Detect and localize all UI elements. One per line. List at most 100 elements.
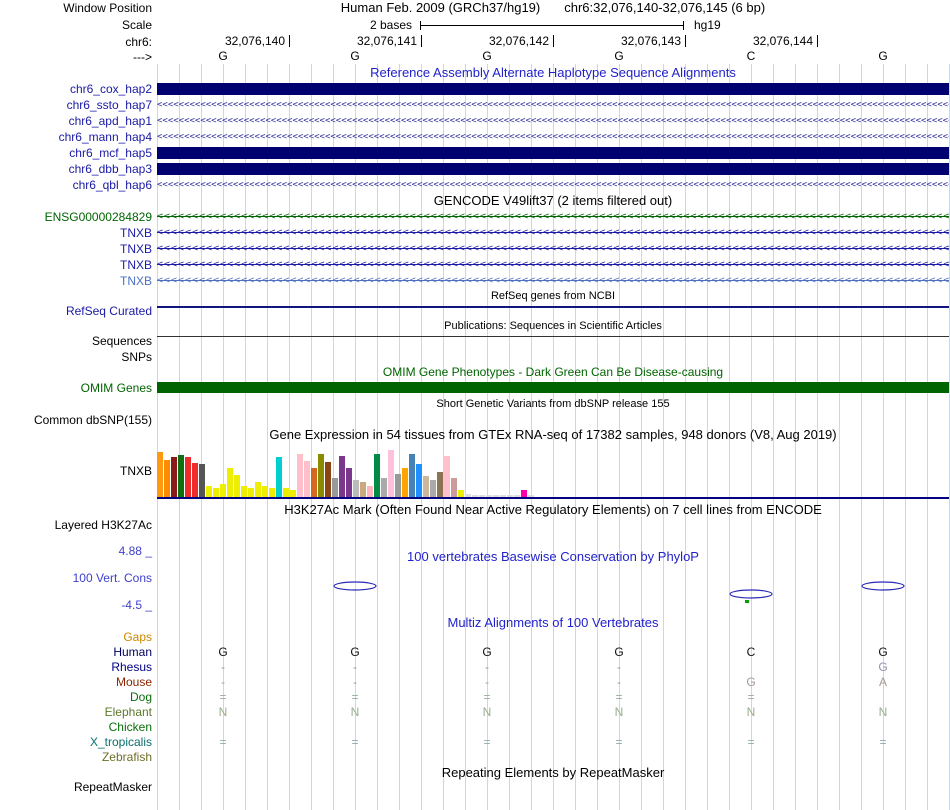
- alignment-cell[interactable]: G: [211, 645, 235, 660]
- expression-bar[interactable]: [353, 480, 359, 497]
- species-label[interactable]: Mouse: [0, 675, 152, 690]
- expression-bar[interactable]: [283, 488, 289, 497]
- haplotype-track-label[interactable]: chr6_apd_hap1: [0, 113, 152, 129]
- expression-bar[interactable]: [500, 495, 506, 497]
- species-label[interactable]: Human: [0, 645, 152, 660]
- expression-bar[interactable]: [493, 495, 499, 497]
- expression-bar[interactable]: [402, 468, 408, 497]
- expression-bar[interactable]: [381, 478, 387, 497]
- expression-bar[interactable]: [409, 454, 415, 497]
- alignment-cell[interactable]: N: [739, 705, 763, 720]
- dbsnp-label[interactable]: Common dbSNP(155): [0, 413, 152, 427]
- alignment-cell[interactable]: N: [475, 705, 499, 720]
- expression-bar[interactable]: [164, 460, 170, 497]
- gene-direction-arrows[interactable]: <<<<<<<<<<<<<<<<<<<<<<<<<<<<<<<<<<<<<<<<…: [157, 211, 949, 222]
- alignment-cell[interactable]: G: [607, 645, 631, 660]
- haplotype-track-label[interactable]: chr6_mann_hap4: [0, 129, 152, 145]
- gene-direction-arrows[interactable]: <<<<<<<<<<<<<<<<<<<<<<<<<<<<<<<<<<<<<<<<…: [157, 259, 949, 270]
- expression-bar[interactable]: [332, 478, 338, 497]
- expression-bar[interactable]: [465, 494, 471, 497]
- conservation-mark[interactable]: [729, 589, 773, 599]
- expression-bar[interactable]: [388, 450, 394, 497]
- expression-bar[interactable]: [479, 495, 485, 497]
- expression-bar[interactable]: [444, 456, 450, 497]
- expression-bar[interactable]: [311, 468, 317, 497]
- expression-bar[interactable]: [241, 486, 247, 497]
- expression-bar[interactable]: [451, 478, 457, 497]
- expression-bar[interactable]: [416, 464, 422, 497]
- expression-bar[interactable]: [297, 454, 303, 497]
- expression-bar[interactable]: [472, 495, 478, 497]
- expression-bar[interactable]: [213, 488, 219, 497]
- gene-label[interactable]: TNXB: [0, 273, 152, 289]
- alignment-cell[interactable]: -: [607, 675, 631, 690]
- alignment-cell[interactable]: A: [871, 675, 895, 690]
- expression-bar[interactable]: [437, 472, 443, 497]
- expression-bar[interactable]: [423, 476, 429, 497]
- refseq-curated-label[interactable]: RefSeq Curated: [0, 304, 152, 318]
- alignment-chevron-band[interactable]: <<<<<<<<<<<<<<<<<<<<<<<<<<<<<<<<<<<<<<<<…: [157, 116, 949, 126]
- haplotype-track-label[interactable]: chr6_dbb_hap3: [0, 161, 152, 177]
- expression-bar[interactable]: [521, 490, 527, 497]
- omim-genes-label[interactable]: OMIM Genes: [0, 381, 152, 396]
- alignment-cell[interactable]: =: [739, 735, 763, 750]
- alignment-cell[interactable]: -: [343, 660, 367, 675]
- alignment-cell[interactable]: =: [607, 690, 631, 705]
- alignment-cell[interactable]: -: [475, 675, 499, 690]
- conservation-positive-mark[interactable]: [745, 600, 749, 603]
- conservation-glyphs[interactable]: [157, 560, 949, 612]
- expression-bar[interactable]: [318, 454, 324, 497]
- expression-bar[interactable]: [178, 455, 184, 497]
- conservation-track-label[interactable]: 100 Vert. Cons: [0, 572, 152, 585]
- alignment-cell[interactable]: =: [475, 735, 499, 750]
- alignment-cell[interactable]: -: [475, 660, 499, 675]
- alignment-cell[interactable]: -: [607, 660, 631, 675]
- gene-label[interactable]: TNXB: [0, 241, 152, 257]
- species-label[interactable]: Elephant: [0, 705, 152, 720]
- alignment-cell[interactable]: =: [475, 690, 499, 705]
- alignment-solid-bar[interactable]: [157, 147, 949, 159]
- gene-label[interactable]: ENSG00000284829: [0, 209, 152, 225]
- haplotype-track-label[interactable]: chr6_qbl_hap6: [0, 177, 152, 193]
- expression-bar[interactable]: [374, 454, 380, 497]
- expression-bar[interactable]: [304, 461, 310, 497]
- conservation-mark[interactable]: [861, 581, 905, 591]
- gene-label[interactable]: TNXB: [0, 257, 152, 273]
- expression-bar[interactable]: [192, 463, 198, 497]
- species-label[interactable]: Zebrafish: [0, 750, 152, 765]
- alignment-cell[interactable]: C: [739, 645, 763, 660]
- alignment-cell[interactable]: -: [211, 660, 235, 675]
- alignment-cell[interactable]: G: [739, 675, 763, 690]
- alignment-cell[interactable]: N: [871, 705, 895, 720]
- expression-bar[interactable]: [185, 457, 191, 497]
- expression-bar[interactable]: [367, 486, 373, 497]
- expression-bar[interactable]: [430, 480, 436, 497]
- repeatmasker-label[interactable]: RepeatMasker: [0, 780, 152, 794]
- expression-bar[interactable]: [199, 464, 205, 497]
- expression-bar[interactable]: [234, 475, 240, 497]
- alignment-chevron-band[interactable]: <<<<<<<<<<<<<<<<<<<<<<<<<<<<<<<<<<<<<<<<…: [157, 100, 949, 110]
- haplotype-track-label[interactable]: chr6_ssto_hap7: [0, 97, 152, 113]
- gaps-label[interactable]: Gaps: [0, 630, 152, 645]
- expression-bar[interactable]: [360, 482, 366, 497]
- expression-bar[interactable]: [206, 486, 212, 497]
- alignment-cell[interactable]: -: [343, 675, 367, 690]
- alignment-cell[interactable]: G: [475, 645, 499, 660]
- expression-bar[interactable]: [290, 490, 296, 497]
- species-label[interactable]: Chicken: [0, 720, 152, 735]
- expression-bar[interactable]: [325, 462, 331, 497]
- alignment-chevron-band[interactable]: <<<<<<<<<<<<<<<<<<<<<<<<<<<<<<<<<<<<<<<<…: [157, 132, 949, 142]
- expression-bar[interactable]: [507, 495, 513, 497]
- sequences-label[interactable]: Sequences: [0, 334, 152, 348]
- expression-bar[interactable]: [227, 468, 233, 497]
- alignment-cell[interactable]: N: [343, 705, 367, 720]
- expression-bar[interactable]: [262, 486, 268, 497]
- gene-direction-arrows[interactable]: <<<<<<<<<<<<<<<<<<<<<<<<<<<<<<<<<<<<<<<<…: [157, 243, 949, 254]
- sequences-track-line[interactable]: [157, 336, 949, 337]
- expression-bar[interactable]: [276, 457, 282, 497]
- expression-bar[interactable]: [458, 490, 464, 497]
- expression-bar[interactable]: [269, 488, 275, 497]
- alignment-solid-bar[interactable]: [157, 83, 949, 95]
- alignment-solid-bar[interactable]: [157, 163, 949, 175]
- gtex-gene-label[interactable]: TNXB: [0, 464, 152, 478]
